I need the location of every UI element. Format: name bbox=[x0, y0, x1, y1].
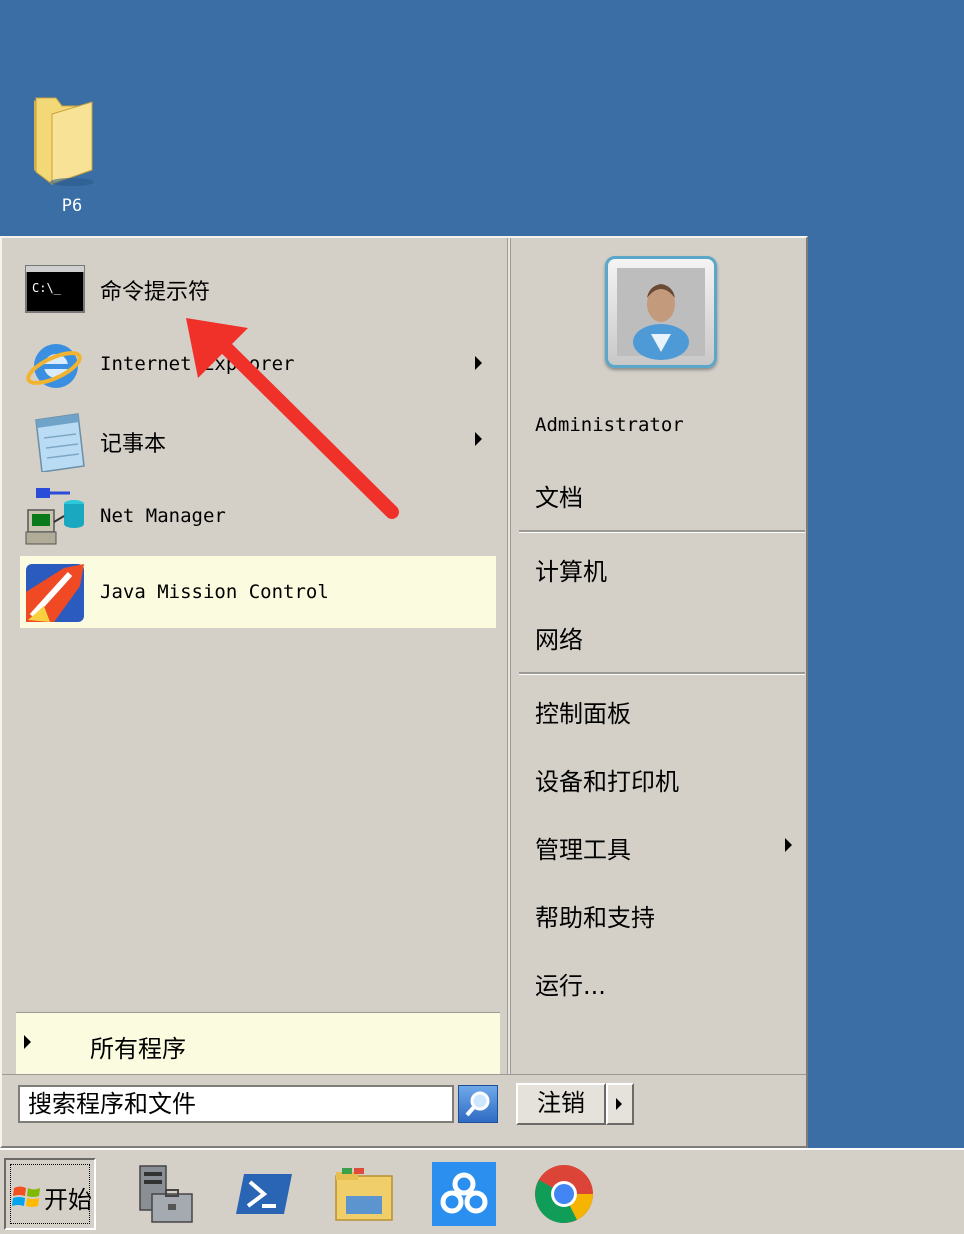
program-notepad[interactable]: 记事本 bbox=[20, 404, 496, 476]
java-mission-control-icon bbox=[26, 564, 84, 622]
chrome-icon[interactable] bbox=[532, 1162, 596, 1226]
search-button[interactable] bbox=[458, 1085, 498, 1123]
start-menu-programs: C:\_ 命令提示符 Internet Explorer 记事本 Net Man… bbox=[2, 238, 508, 1075]
desktop-folder-p6[interactable]: P6 bbox=[22, 92, 122, 222]
program-java-mission-control[interactable]: Java Mission Control bbox=[20, 556, 496, 628]
start-menu: C:\_ 命令提示符 Internet Explorer 记事本 Net Man… bbox=[0, 236, 808, 1148]
net-manager-icon bbox=[25, 488, 84, 545]
place-devices-printers[interactable]: 设备和打印机 bbox=[535, 762, 679, 797]
expand-arrow-icon bbox=[24, 1035, 31, 1049]
all-programs-button[interactable]: 所有程序 bbox=[16, 1012, 500, 1075]
start-label: 开始 bbox=[44, 1186, 92, 1214]
place-documents[interactable]: 文档 bbox=[535, 478, 583, 513]
notepad-icon bbox=[35, 413, 85, 472]
baidu-netdisk-icon[interactable] bbox=[432, 1162, 496, 1226]
user-avatar[interactable] bbox=[605, 256, 717, 368]
start-menu-bottom-bar: 搜索程序和文件 注销 bbox=[2, 1074, 806, 1147]
chevron-right-icon bbox=[616, 1098, 622, 1110]
program-label: Java Mission Control bbox=[100, 581, 329, 603]
internet-explorer-icon bbox=[26, 344, 82, 388]
submenu-arrow-icon bbox=[475, 356, 482, 370]
start-menu-places: Administrator 文档 计算机 网络 控制面板 设备和打印机 管理工具… bbox=[511, 238, 808, 1074]
program-command-prompt[interactable]: C:\_ 命令提示符 bbox=[20, 252, 496, 324]
user-name[interactable]: Administrator bbox=[535, 414, 684, 436]
windows-logo-icon bbox=[12, 1186, 40, 1207]
place-network[interactable]: 网络 bbox=[535, 620, 583, 655]
search-input[interactable]: 搜索程序和文件 bbox=[18, 1085, 454, 1123]
place-run[interactable]: 运行... bbox=[535, 966, 606, 1001]
separator bbox=[519, 530, 805, 533]
program-internet-explorer[interactable]: Internet Explorer bbox=[20, 328, 496, 400]
logoff-button[interactable]: 注销 bbox=[516, 1083, 606, 1125]
program-label: 记事本 bbox=[100, 432, 167, 457]
powershell-icon[interactable] bbox=[232, 1162, 296, 1226]
place-admin-tools[interactable]: 管理工具 bbox=[535, 830, 631, 865]
place-control-panel[interactable]: 控制面板 bbox=[535, 694, 631, 729]
taskbar: 开始 bbox=[0, 1148, 964, 1234]
submenu-arrow-icon bbox=[475, 432, 482, 446]
folder-icon bbox=[34, 97, 94, 186]
search-icon bbox=[465, 1091, 490, 1117]
svg-text:C:\_: C:\_ bbox=[32, 281, 62, 295]
file-explorer-icon[interactable] bbox=[332, 1162, 396, 1226]
submenu-arrow-icon bbox=[785, 838, 792, 852]
start-button[interactable]: 开始 bbox=[4, 1158, 96, 1230]
command-prompt-icon: C:\_ bbox=[25, 265, 85, 313]
user-icon bbox=[617, 268, 705, 360]
separator bbox=[519, 672, 805, 675]
program-net-manager[interactable]: Net Manager bbox=[20, 480, 496, 552]
desktop-icon-label: P6 bbox=[61, 196, 83, 216]
server-manager-icon[interactable] bbox=[132, 1162, 196, 1226]
program-label: Net Manager bbox=[100, 505, 226, 527]
place-computer[interactable]: 计算机 bbox=[535, 552, 607, 587]
shutdown-options-button[interactable] bbox=[606, 1083, 634, 1125]
program-label: Internet Explorer bbox=[100, 353, 295, 375]
program-label: 命令提示符 bbox=[100, 280, 211, 305]
place-help-support[interactable]: 帮助和支持 bbox=[535, 898, 655, 933]
all-programs-label: 所有程序 bbox=[90, 1035, 186, 1063]
